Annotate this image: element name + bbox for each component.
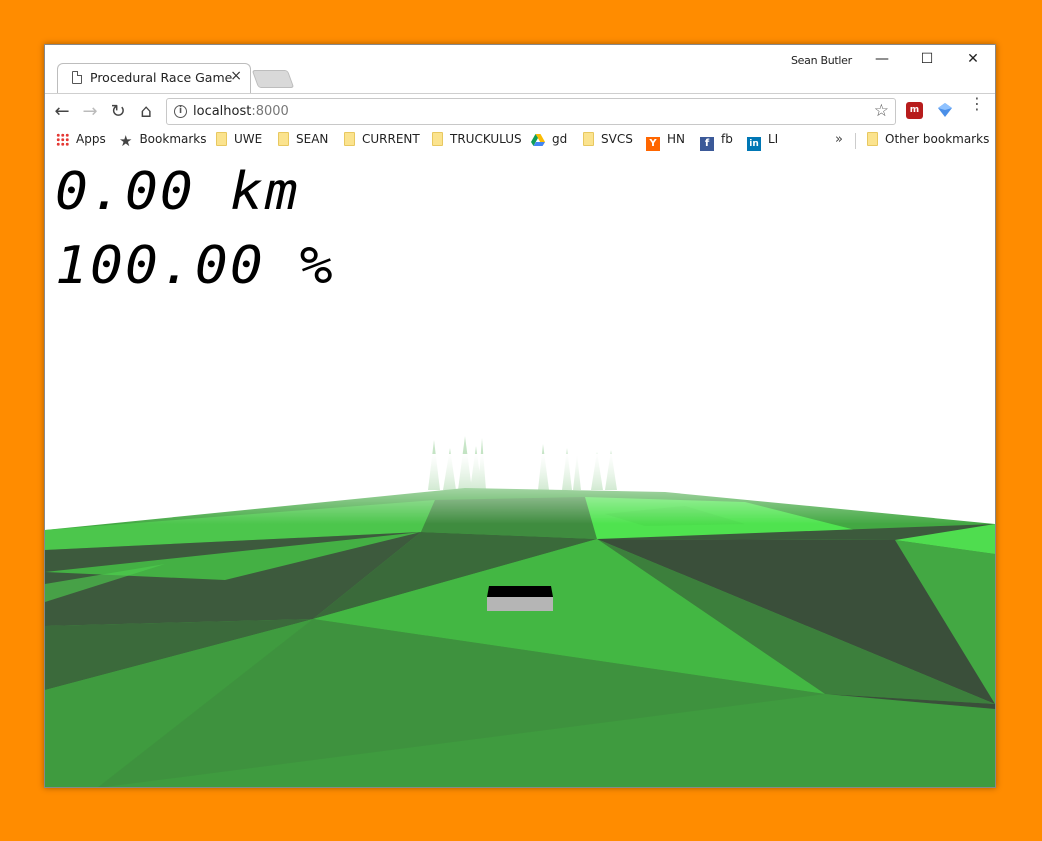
extension-red-icon[interactable]: m [906,102,923,119]
bookmark-current[interactable]: CURRENT [344,132,420,150]
browser-menu-icon[interactable]: ⋮ [969,96,985,112]
horizon-fog [45,454,995,524]
tab-title: Procedural Race Game [90,70,233,85]
bookmark-apps[interactable]: Apps [56,132,106,150]
more-bookmarks-icon[interactable]: » [835,132,843,147]
browser-window: Procedural Race Game × Sean Butler — ☐ ✕… [44,44,996,788]
reload-button[interactable]: ↻ [107,101,129,123]
browser-toolbar: ← → ↻ ⌂ i localhost:8000 ☆ m ⋮ [45,93,995,130]
forward-button[interactable]: → [79,101,101,123]
profile-name[interactable]: Sean Butler [791,54,852,67]
tab-procedural-race-game[interactable]: Procedural Race Game × [57,63,251,94]
facebook-icon: f [700,137,714,151]
url-host: localhost [193,104,252,119]
title-bar: Procedural Race Game × Sean Butler — ☐ ✕ [45,45,995,94]
folder-icon [432,132,443,146]
bookmarks-divider [855,133,856,149]
folder-icon [583,132,594,146]
bookmark-li[interactable]: in LI [747,132,778,151]
tab-close-icon[interactable]: × [230,68,242,84]
linkedin-icon: in [747,137,761,151]
bookmark-hn[interactable]: Y HN [646,132,685,151]
folder-icon [216,132,227,146]
extension-blue-icon[interactable] [936,101,954,119]
star-icon: ★ [119,132,133,150]
close-window-button[interactable]: ✕ [958,51,988,67]
terrain [45,488,995,787]
maximize-button[interactable]: ☐ [912,51,942,67]
distance-readout: 0.00 km [55,162,300,222]
minimize-button[interactable]: — [867,51,897,67]
bookmark-svcs[interactable]: SVCS [583,132,633,150]
page-icon [72,71,82,84]
folder-icon [867,132,878,146]
url-text: localhost:8000 [193,104,289,119]
bookmark-truckulus[interactable]: TRUCKULUS [432,132,522,150]
bookmark-star-icon[interactable]: ☆ [874,101,889,121]
bookmark-gd[interactable]: gd [531,132,567,150]
address-bar[interactable]: i localhost:8000 ☆ [166,98,896,125]
bookmark-uwe[interactable]: UWE [216,132,262,150]
bookmark-other[interactable]: Other bookmarks [867,132,989,150]
url-port: :8000 [251,104,289,119]
folder-icon [278,132,289,146]
game-canvas[interactable]: 0.00 km 100.00 % [45,154,995,787]
player-car [487,586,553,611]
health-readout: 100.00 % [55,236,335,296]
bookmark-bookmarks[interactable]: ★ Bookmarks [119,132,207,150]
bookmark-fb[interactable]: f fb [700,132,733,151]
home-button[interactable]: ⌂ [135,101,157,123]
bookmark-sean[interactable]: SEAN [278,132,328,150]
bookmarks-bar: Apps ★ Bookmarks UWE SEAN CURRENT TRUCKUL… [45,129,995,155]
apps-grid-icon [56,133,69,146]
folder-icon [344,132,355,146]
new-tab-button[interactable] [251,70,295,88]
back-button[interactable]: ← [51,101,73,123]
hacker-news-icon: Y [646,137,660,151]
google-drive-icon [531,134,545,146]
info-icon[interactable]: i [174,105,187,118]
